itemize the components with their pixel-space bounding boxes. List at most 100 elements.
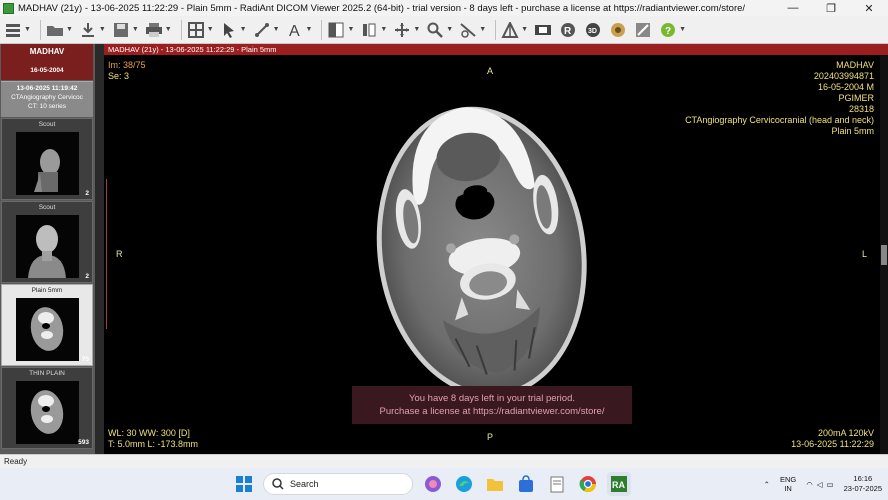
invert-button[interactable]: ▼ bbox=[359, 18, 387, 42]
slice-thickness-location: T: 5.0mm L: -173.8mm bbox=[108, 439, 199, 449]
battery-icon[interactable]: ▭ bbox=[827, 480, 834, 489]
reset-icon: R bbox=[558, 20, 578, 40]
help-button[interactable]: ? ▼ bbox=[658, 18, 686, 42]
scale-ruler bbox=[106, 179, 110, 329]
zoom-icon bbox=[425, 20, 445, 40]
wifi-icon[interactable]: ◠ bbox=[806, 480, 813, 489]
radiant-viewer-window: MADHAV (21y) - 13-06-2025 11:22:29 - Pla… bbox=[0, 0, 888, 500]
overlay-patient-id: 202403994871 bbox=[813, 71, 874, 81]
minimize-button[interactable]: — bbox=[774, 0, 812, 16]
measure-icon bbox=[252, 20, 272, 40]
search-icon bbox=[272, 478, 284, 490]
help-icon: ? bbox=[658, 20, 678, 40]
series-label: Scout bbox=[38, 204, 56, 211]
language-region: IN bbox=[784, 484, 792, 493]
save-icon bbox=[111, 20, 131, 40]
series-thumbnail[interactable]: Scout 2 bbox=[1, 201, 93, 283]
file-explorer-app[interactable] bbox=[483, 472, 507, 496]
study-browser-scrollbar[interactable] bbox=[95, 44, 104, 454]
series-thumbnail[interactable]: Scout 2 bbox=[1, 118, 93, 200]
copilot-icon bbox=[425, 476, 441, 492]
reset-button[interactable]: R bbox=[558, 18, 578, 42]
ruler-button[interactable] bbox=[633, 18, 653, 42]
invert-icon bbox=[359, 20, 379, 40]
menu-icon bbox=[3, 20, 23, 40]
overlay-accession: 28318 bbox=[848, 104, 874, 114]
layout-button[interactable]: ▼ bbox=[186, 18, 214, 42]
overlay-series-description: Plain 5mm bbox=[831, 126, 874, 136]
download-button[interactable]: ▼ bbox=[78, 18, 106, 42]
zoom-button[interactable]: ▼ bbox=[425, 18, 453, 42]
cursor-button[interactable]: ▼ bbox=[219, 18, 247, 42]
folder-icon bbox=[487, 479, 503, 491]
print-button[interactable]: ▼ bbox=[144, 18, 172, 42]
scroll-button[interactable]: ▼ bbox=[458, 18, 486, 42]
series-number: Se: 3 bbox=[108, 71, 130, 81]
open-button[interactable]: ▼ bbox=[45, 18, 73, 42]
patient-dob: 16-05-2004 bbox=[30, 67, 64, 74]
start-button[interactable] bbox=[232, 472, 256, 496]
image-number: Im: 38/75 bbox=[108, 60, 146, 70]
text-annotation-icon: A bbox=[285, 20, 305, 40]
language-indicator[interactable]: ENG IN bbox=[780, 475, 796, 493]
series-thumbnail-image bbox=[16, 132, 79, 195]
status-bar: Ready bbox=[0, 454, 888, 468]
pan-button[interactable]: ▼ bbox=[392, 18, 420, 42]
series-image-count: 593 bbox=[78, 439, 89, 446]
chevron-up-icon[interactable]: ⌃ bbox=[764, 480, 770, 489]
window-level: WL: 30 WW: 300 [D] bbox=[108, 428, 190, 438]
toolbar-separator bbox=[321, 19, 323, 40]
notepad-app[interactable] bbox=[545, 472, 569, 496]
film-icon bbox=[533, 20, 553, 40]
radiant-app[interactable]: RA bbox=[607, 472, 631, 496]
film-button[interactable] bbox=[533, 18, 553, 42]
viewport-scroll-thumb[interactable] bbox=[881, 245, 887, 265]
overlay-patient-name: MADHAV bbox=[836, 60, 874, 70]
notepad-icon bbox=[550, 476, 564, 493]
series-image-count: 2 bbox=[85, 273, 89, 280]
print-icon bbox=[144, 20, 164, 40]
chrome-app[interactable] bbox=[576, 472, 600, 496]
orientation-bottom: P bbox=[487, 432, 494, 442]
svg-text:?: ? bbox=[665, 26, 671, 37]
close-button[interactable]: ✕ bbox=[850, 0, 888, 16]
toolbar-separator bbox=[180, 19, 182, 40]
image-viewport[interactable]: MADHAV (21y) - 13-06-2025 11:22:29 - Pla… bbox=[104, 44, 888, 454]
overlay-study-description: CTAngiography Cervicocranial (head and n… bbox=[685, 115, 874, 125]
search-placeholder: Search bbox=[290, 479, 319, 489]
series-thumbnail-image bbox=[16, 298, 79, 361]
toolbar-separator bbox=[39, 19, 41, 40]
trial-notice[interactable]: You have 8 days left in your trial perio… bbox=[352, 386, 632, 424]
study-card[interactable]: 13-06-2025 11:19:42 CTAngiography Cervic… bbox=[1, 81, 93, 117]
measure-button[interactable]: ▼ bbox=[252, 18, 280, 42]
edge-app[interactable] bbox=[452, 472, 476, 496]
mpr-button[interactable]: ▼ bbox=[500, 18, 528, 42]
save-button[interactable]: ▼ bbox=[111, 18, 139, 42]
maximize-button[interactable]: ❐ bbox=[812, 0, 850, 16]
speaker-icon[interactable]: ◁ bbox=[817, 480, 823, 489]
patient-card[interactable]: MADHAV 16-05-2004 bbox=[1, 44, 93, 80]
system-tray: ⌃ ENG IN ◠ ◁ ▭ 16:16 23-07-2025 bbox=[764, 470, 882, 498]
taskbar-search[interactable]: Search bbox=[263, 473, 413, 495]
series-thumbnail[interactable]: THIN PLAIN 593 bbox=[1, 367, 93, 449]
window-level-icon bbox=[326, 20, 346, 40]
store-icon bbox=[519, 475, 533, 492]
viewport-scrollbar[interactable] bbox=[880, 55, 888, 454]
ruler-icon bbox=[633, 20, 653, 40]
menu-button[interactable]: ▼ bbox=[3, 18, 31, 42]
trial-notice-line2: Purchase a license at https://radiantvie… bbox=[379, 406, 605, 417]
series-thumbnail-image bbox=[16, 215, 79, 278]
mpr-icon bbox=[500, 20, 520, 40]
orientation-left: R bbox=[116, 249, 123, 259]
store-app[interactable] bbox=[514, 472, 538, 496]
text-annotation-button[interactable]: A ▼ bbox=[285, 18, 313, 42]
fusion-icon bbox=[608, 20, 628, 40]
3d-button[interactable]: 3D bbox=[583, 18, 603, 42]
overlay-dob-sex: 16-05-2004 M bbox=[817, 82, 874, 92]
fusion-button[interactable] bbox=[608, 18, 628, 42]
series-thumbnail-selected[interactable]: Plain 5mm 75 bbox=[1, 284, 93, 366]
clock[interactable]: 16:16 23-07-2025 bbox=[844, 474, 882, 494]
window-level-button[interactable]: ▼ bbox=[326, 18, 354, 42]
radiant-icon: RA bbox=[611, 476, 627, 492]
copilot-app[interactable] bbox=[421, 472, 445, 496]
